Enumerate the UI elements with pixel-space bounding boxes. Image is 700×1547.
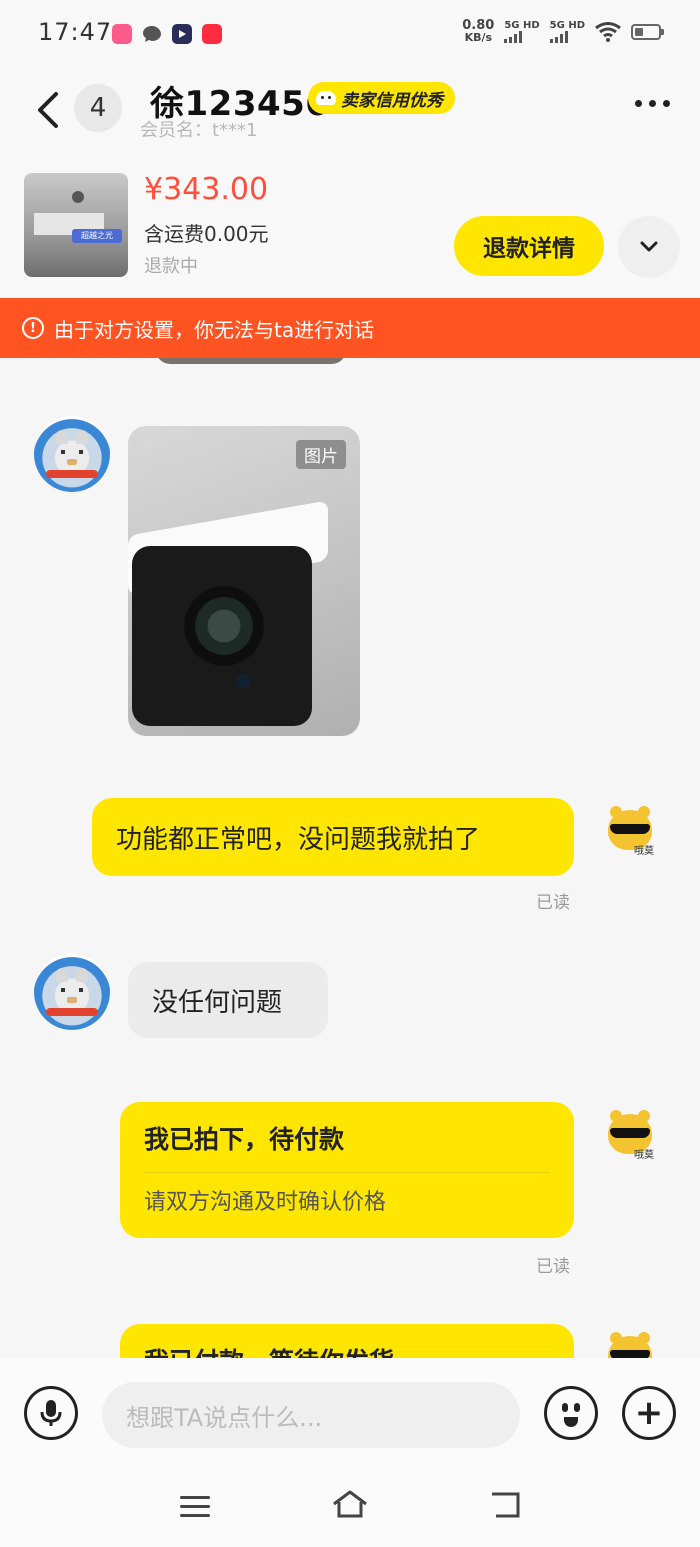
more-actions-button[interactable]: +	[622, 1386, 676, 1440]
credit-badge-label: 卖家信用优秀	[341, 90, 443, 111]
previous-message-edge	[156, 358, 346, 364]
message-icon	[142, 24, 162, 44]
warning-text: 由于对方设置，你无法与ta进行对话	[54, 317, 375, 342]
exclamation-icon: !	[22, 317, 44, 339]
shipping-fee: 含运费0.00元	[144, 222, 269, 246]
order-status: 退款中	[144, 256, 198, 277]
wifi-icon	[595, 22, 621, 42]
network-speed: 0.80 KB/s	[462, 18, 495, 44]
image-tag: 图片	[296, 440, 346, 469]
order-status-card[interactable]: 我已付款，等待你发货	[120, 1324, 574, 1358]
system-nav-bar	[0, 1458, 700, 1547]
product-thumbnail-label: 超越之光	[72, 229, 122, 243]
chevron-down-icon	[640, 241, 658, 252]
product-price: ¥343.00	[144, 172, 269, 207]
status-indicators: 0.80 KB/s 5G HD 5G HD	[462, 18, 664, 44]
more-dot-icon	[663, 100, 670, 107]
status-bar: 17:47 0.80 KB/s 5G HD 5G HD	[0, 0, 700, 70]
battery-icon	[631, 24, 664, 40]
message-input-bar: 想跟TA说点什么... +	[0, 1358, 700, 1458]
seller-avatar[interactable]	[34, 954, 110, 1030]
plus-icon: +	[634, 1393, 664, 1433]
message-text: 没任何问题	[152, 987, 283, 1018]
message-input[interactable]: 想跟TA说点什么...	[102, 1382, 520, 1448]
home-button[interactable]	[330, 1488, 370, 1524]
sim1-signal: 5G HD	[504, 21, 540, 43]
microphone-icon	[40, 1400, 62, 1426]
my-avatar[interactable]: 哦莫	[604, 804, 664, 864]
avatar-tag: 哦莫	[634, 846, 654, 857]
fish-mascot-icon	[316, 91, 336, 105]
refund-details-button[interactable]: 退款详情	[454, 216, 604, 276]
chat-header: 4 徐123456 卖家信用优秀 会员名：t***1	[0, 70, 700, 162]
member-name: 会员名：t***1	[140, 120, 258, 141]
camera-photo	[132, 546, 312, 726]
voice-button[interactable]	[24, 1386, 78, 1440]
seller-message-bubble[interactable]: 没任何问题	[128, 962, 328, 1038]
unread-count-badge[interactable]: 4	[74, 84, 122, 132]
product-card[interactable]: 超越之光 ¥343.00 含运费0.00元 退款中 退款详情	[0, 162, 700, 298]
read-receipt: 已读	[536, 893, 570, 913]
message-text: 功能都正常吧，没问题我就拍了	[116, 824, 481, 855]
back-button[interactable]	[30, 90, 66, 130]
status-app-icons	[112, 24, 222, 44]
video-app-icon	[172, 24, 192, 44]
back-arrow-icon	[492, 1492, 520, 1518]
my-message-bubble[interactable]: 功能都正常吧，没问题我就拍了	[92, 798, 574, 876]
order-status-card[interactable]: 我已拍下，待付款 请双方沟通及时确认价格	[120, 1102, 574, 1238]
my-avatar[interactable]: 哦莫	[604, 1108, 664, 1168]
emoji-icon	[562, 1403, 568, 1412]
blocked-warning-banner: ! 由于对方设置，你无法与ta进行对话	[0, 298, 700, 358]
read-receipt: 已读	[536, 1257, 570, 1277]
emoji-button[interactable]	[544, 1386, 598, 1440]
product-thumbnail[interactable]: 超越之光	[24, 173, 128, 277]
expand-button[interactable]	[618, 216, 680, 278]
chat-message-list[interactable]: 图片 功能都正常吧，没问题我就拍了 哦莫 已读 没任何问题 我已拍下，待付款 请…	[0, 358, 700, 1358]
sim2-signal: 5G HD	[549, 21, 585, 43]
chevron-left-icon	[38, 92, 58, 128]
more-options-button[interactable]	[635, 100, 670, 107]
bilibili-icon	[112, 24, 132, 44]
avatar-tag: 哦莫	[634, 1150, 654, 1161]
my-avatar[interactable]	[604, 1330, 664, 1358]
image-message[interactable]: 图片	[128, 426, 360, 736]
card-subtitle: 请双方沟通及时确认价格	[144, 1190, 387, 1215]
seller-credit-badge[interactable]: 卖家信用优秀	[308, 82, 455, 114]
system-back-button[interactable]	[488, 1490, 524, 1524]
home-icon	[333, 1490, 367, 1518]
recent-apps-button[interactable]	[180, 1496, 210, 1523]
more-dot-icon	[649, 100, 656, 107]
status-time: 17:47	[38, 18, 113, 46]
card-title: 我已付款，等待你发货	[144, 1342, 394, 1358]
xiaohongshu-icon	[202, 24, 222, 44]
card-title: 我已拍下，待付款	[144, 1125, 345, 1154]
more-dot-icon	[635, 100, 642, 107]
seller-avatar[interactable]	[34, 416, 110, 492]
